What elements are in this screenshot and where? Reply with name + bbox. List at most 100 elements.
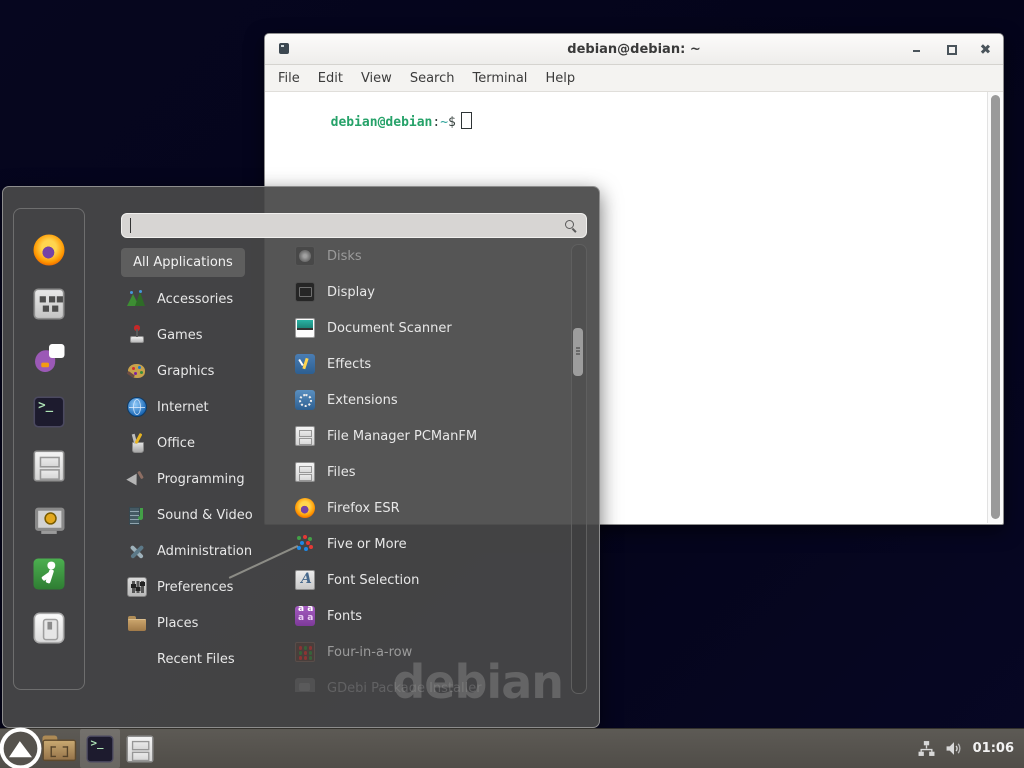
app-gdebi-package-installer[interactable]: GDebi Package Installer: [285, 670, 569, 692]
pidgin-icon: [34, 343, 65, 374]
app-font-selection[interactable]: Font Selection: [285, 562, 569, 598]
file-manager-launcher[interactable]: [40, 729, 80, 768]
app-document-scanner[interactable]: Document Scanner: [285, 310, 569, 346]
category-internet[interactable]: Internet: [121, 389, 281, 425]
menu-search[interactable]: Search: [401, 67, 464, 90]
disks-icon: [295, 246, 315, 266]
app-firefox-esr[interactable]: Firefox ESR: [285, 490, 569, 526]
programming-icon: [127, 469, 147, 489]
app-label: Five or More: [327, 537, 407, 552]
category-label: Recent Files: [157, 652, 235, 667]
clock[interactable]: 01:06: [973, 741, 1014, 756]
category-preferences[interactable]: Preferences: [121, 569, 281, 605]
five-or-more-icon: [295, 534, 315, 554]
file-cabinet-icon: [127, 735, 154, 762]
sound-video-icon: [127, 505, 147, 525]
terminal-scrollbar-thumb[interactable]: [991, 95, 1000, 519]
document-scanner-icon: [295, 318, 315, 338]
app-disks[interactable]: Disks: [285, 238, 569, 274]
category-games[interactable]: Games: [121, 317, 281, 353]
network-icon[interactable]: [918, 740, 935, 757]
menu-terminal[interactable]: Terminal: [463, 67, 536, 90]
four-in-a-row-icon: [295, 642, 315, 662]
category-programming[interactable]: Programming: [121, 461, 281, 497]
category-graphics[interactable]: Graphics: [121, 353, 281, 389]
category-label: Graphics: [157, 364, 214, 379]
app-label: Effects: [327, 357, 371, 372]
terminal-scrollbar[interactable]: [987, 92, 1003, 523]
app-file-manager-pcmanfm[interactable]: File Manager PCManFM: [285, 418, 569, 454]
shutdown-icon: [34, 613, 65, 644]
app-extensions[interactable]: Extensions: [285, 382, 569, 418]
favorite-package-manager[interactable]: [32, 287, 66, 321]
files-launcher[interactable]: [120, 729, 160, 768]
menu-button[interactable]: [0, 729, 40, 768]
places-icon: [127, 613, 147, 633]
menu-scrollbar-thumb[interactable]: [573, 328, 583, 376]
menu-edit[interactable]: Edit: [309, 67, 352, 90]
fonts-icon: [295, 606, 315, 626]
extensions-icon: [295, 390, 315, 410]
favorite-terminal[interactable]: [32, 395, 66, 429]
maximize-button[interactable]: [945, 43, 957, 55]
shutdown-button[interactable]: [32, 611, 66, 645]
favorite-pidgin[interactable]: [32, 341, 66, 375]
category-label: Places: [157, 616, 198, 631]
minimize-button[interactable]: [911, 43, 923, 55]
categories-column: All Applications AccessoriesGames Graphic…: [121, 248, 281, 677]
menu-scrollbar[interactable]: [571, 244, 587, 694]
office-icon: [127, 433, 147, 453]
search-input[interactable]: [131, 215, 564, 237]
administration-icon: [127, 541, 147, 561]
category-recent-files[interactable]: Recent Files: [121, 641, 281, 677]
effects-icon: [295, 354, 315, 374]
category-label: Programming: [157, 472, 245, 487]
system-tray: 01:06: [918, 740, 1024, 757]
category-accessories[interactable]: Accessories: [121, 281, 281, 317]
folder-icon: [42, 735, 77, 762]
menu-file[interactable]: File: [269, 67, 309, 90]
favorite-file-manager[interactable]: [32, 449, 66, 483]
app-files[interactable]: Files: [285, 454, 569, 490]
terminal-window-title: debian@debian: ~: [265, 42, 1003, 57]
volume-icon[interactable]: [945, 740, 963, 757]
search-box[interactable]: [121, 213, 587, 238]
accessories-icon: [127, 289, 147, 309]
applications-list: Disks DisplayDocument Scanner Effects Exten…: [285, 238, 569, 692]
favorites-column: [13, 208, 85, 690]
favorite-firefox[interactable]: [32, 233, 66, 267]
close-button[interactable]: [979, 43, 991, 55]
category-places[interactable]: Places: [121, 605, 281, 641]
desktop: debian@debian: ~ FileEditViewSearchTermi…: [0, 0, 1024, 768]
prompt-path: ~: [440, 115, 448, 130]
terminal-icon: [87, 735, 114, 762]
start-icon: [0, 728, 41, 768]
app-four-in-a-row[interactable]: Four-in-a-row: [285, 634, 569, 670]
lock-screen-button[interactable]: [32, 503, 66, 537]
menu-help[interactable]: Help: [536, 67, 584, 90]
logout-icon: [34, 559, 65, 590]
app-label: GDebi Package Installer: [327, 681, 482, 693]
terminal-titlebar[interactable]: debian@debian: ~: [265, 34, 1003, 65]
app-label: Disks: [327, 249, 362, 264]
taskbar: 01:06: [0, 728, 1024, 768]
category-all-applications[interactable]: All Applications: [121, 248, 245, 277]
logout-button[interactable]: [32, 557, 66, 591]
app-effects[interactable]: Effects: [285, 346, 569, 382]
terminal-prompt: debian@debian:~$: [268, 97, 472, 145]
category-sound-video[interactable]: Sound & Video: [121, 497, 281, 533]
category-label: Office: [157, 436, 195, 451]
app-five-or-more[interactable]: Five or More: [285, 526, 569, 562]
app-fonts[interactable]: Fonts: [285, 598, 569, 634]
app-display[interactable]: Display: [285, 274, 569, 310]
app-label: Files: [327, 465, 356, 480]
window-controls: [911, 34, 991, 64]
app-label: Firefox ESR: [327, 501, 400, 516]
category-office[interactable]: Office: [121, 425, 281, 461]
terminal-window-button[interactable]: [80, 729, 120, 768]
prompt-user-host: debian@debian: [331, 115, 433, 130]
category-label: Sound & Video: [157, 508, 253, 523]
menu-view[interactable]: View: [352, 67, 401, 90]
app-label: Font Selection: [327, 573, 419, 588]
terminal-cursor: [461, 112, 472, 129]
